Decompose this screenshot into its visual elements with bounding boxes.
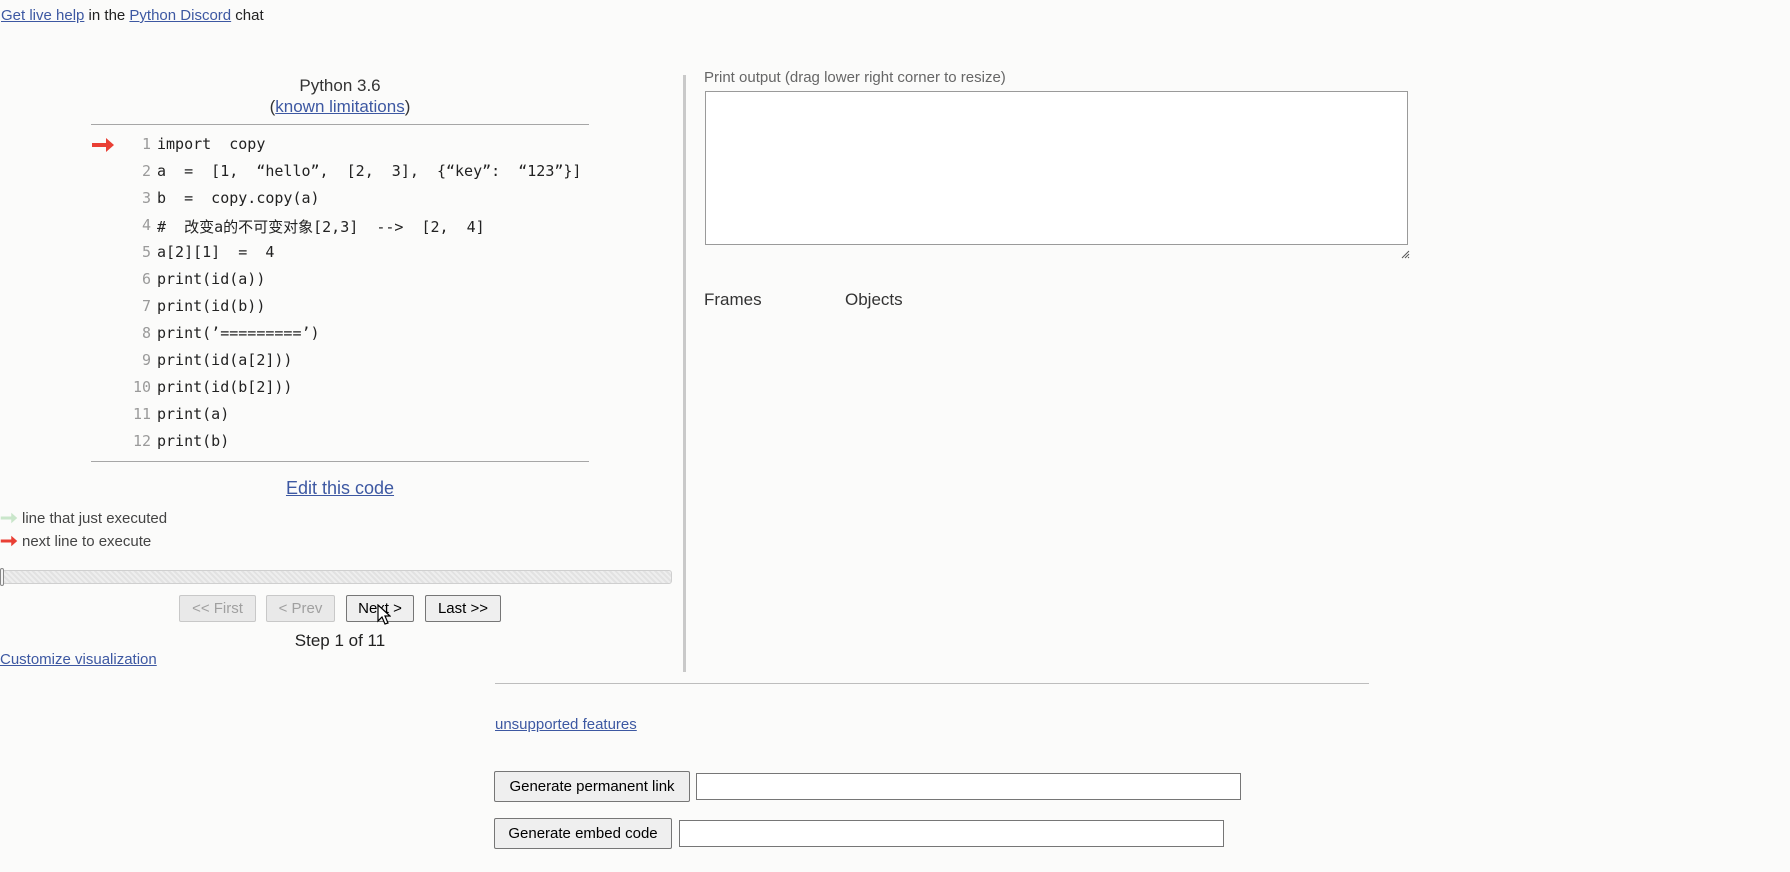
mouse-pointer-icon (377, 604, 391, 625)
line-number: 5 (141, 243, 151, 261)
line-number: 8 (141, 324, 151, 342)
line-number: 11 (132, 405, 151, 423)
live-help-link[interactable]: Get live help (1, 7, 84, 24)
code-line: 9 print(id(a[2])) (91, 351, 589, 378)
code-line: 5 a[2][1] = 4 (91, 243, 589, 270)
legend-next: next line to execute (0, 533, 151, 550)
line-code: print(id(b)) (157, 297, 266, 315)
customize-container: Customize visualization (0, 651, 157, 668)
language-header: Python 3.6 (known limitations) (92, 75, 588, 117)
line-code: import copy (157, 135, 266, 153)
code-line: 6 print(id(a)) (91, 270, 589, 297)
generate-permanent-link-button[interactable]: Generate permanent link (494, 771, 690, 802)
objects-header: Objects (845, 290, 903, 309)
embed-code-field[interactable] (679, 820, 1224, 847)
generate-embed-code-button[interactable]: Generate embed code (494, 818, 672, 849)
known-limitations-link[interactable]: known limitations (275, 97, 404, 116)
paren-close: ) (404, 97, 411, 116)
edit-code-link[interactable]: Edit this code (286, 478, 394, 498)
help-text-end: chat (231, 7, 264, 24)
help-bar: Get live help in the Python Discord chat (1, 7, 264, 24)
line-code: print(a) (157, 405, 230, 423)
arrow-right-icon (0, 535, 18, 547)
language-label: Python 3.6 (299, 76, 381, 95)
code-line: 8 print(’=========’) (91, 324, 589, 351)
code-line: 3 b = copy.copy(a) (91, 189, 589, 216)
customize-visualization-link[interactable]: Customize visualization (0, 651, 157, 668)
step-counter: Step 1 of 11 (294, 631, 386, 650)
line-number: 7 (141, 297, 151, 315)
line-code: print(id(a[2])) (157, 351, 293, 369)
legend-executed-label: line that just executed (22, 510, 168, 527)
line-number: 3 (141, 189, 151, 207)
code-line: 10 print(id(b[2])) (91, 378, 589, 405)
line-code: print(’=========’) (157, 324, 320, 342)
first-button[interactable]: << First (179, 595, 256, 622)
line-code: print(id(a)) (157, 270, 266, 288)
code-line: 11 print(a) (91, 405, 589, 432)
line-number: 9 (141, 351, 151, 369)
line-code: print(id(b[2])) (157, 378, 293, 396)
edit-code-container: Edit this code (92, 478, 588, 499)
permanent-link-field[interactable] (696, 773, 1241, 800)
unsupported-features-link[interactable]: unsupported features (495, 716, 637, 733)
line-code: print(b) (157, 432, 230, 450)
line-code: # 改变a的不可变对象[2,3] --> [2, 4] (157, 218, 485, 236)
arrow-right-icon (0, 512, 18, 524)
line-number: 6 (141, 270, 151, 288)
code-display: 1 import copy 2 a = [1, “hello”, [2, 3],… (91, 124, 589, 462)
line-code: a = [1, “hello”, [2, 3], {“key”: “123”}] (157, 162, 582, 180)
help-text-middle: in the (84, 7, 130, 24)
line-number: 12 (132, 432, 151, 450)
code-line: 2 a = [1, “hello”, [2, 3], {“key”: “123”… (91, 162, 589, 189)
limitations-line: (known limitations) (92, 96, 588, 117)
code-line: 12 print(b) (91, 432, 589, 459)
print-output-box[interactable] (705, 91, 1408, 245)
resize-grip-icon[interactable] (1401, 250, 1410, 259)
discord-link[interactable]: Python Discord (129, 7, 231, 24)
arrow-right-icon (92, 138, 114, 152)
prev-button[interactable]: < Prev (266, 595, 335, 622)
footer-divider (495, 683, 1369, 684)
legend-executed: line that just executed (0, 510, 167, 527)
slider-handle[interactable] (0, 568, 4, 586)
line-code: b = copy.copy(a) (157, 189, 320, 207)
code-line: 4 # 改变a的不可变对象[2,3] --> [2, 4] (91, 216, 589, 243)
line-number: 2 (141, 162, 151, 180)
pane-divider (683, 75, 686, 672)
print-output-label: Print output (drag lower right corner to… (704, 69, 1006, 86)
legend-next-label: next line to execute (22, 533, 152, 550)
execution-slider[interactable] (0, 570, 672, 584)
last-button[interactable]: Last >> (425, 595, 501, 622)
line-code: a[2][1] = 4 (157, 243, 275, 261)
line-number: 1 (141, 135, 151, 153)
code-line: 7 print(id(b)) (91, 297, 589, 324)
code-line: 1 import copy (91, 135, 589, 162)
line-number: 10 (132, 378, 151, 396)
unsupported-container: unsupported features (495, 716, 637, 733)
frames-header: Frames (704, 290, 762, 309)
line-number: 4 (141, 216, 151, 234)
